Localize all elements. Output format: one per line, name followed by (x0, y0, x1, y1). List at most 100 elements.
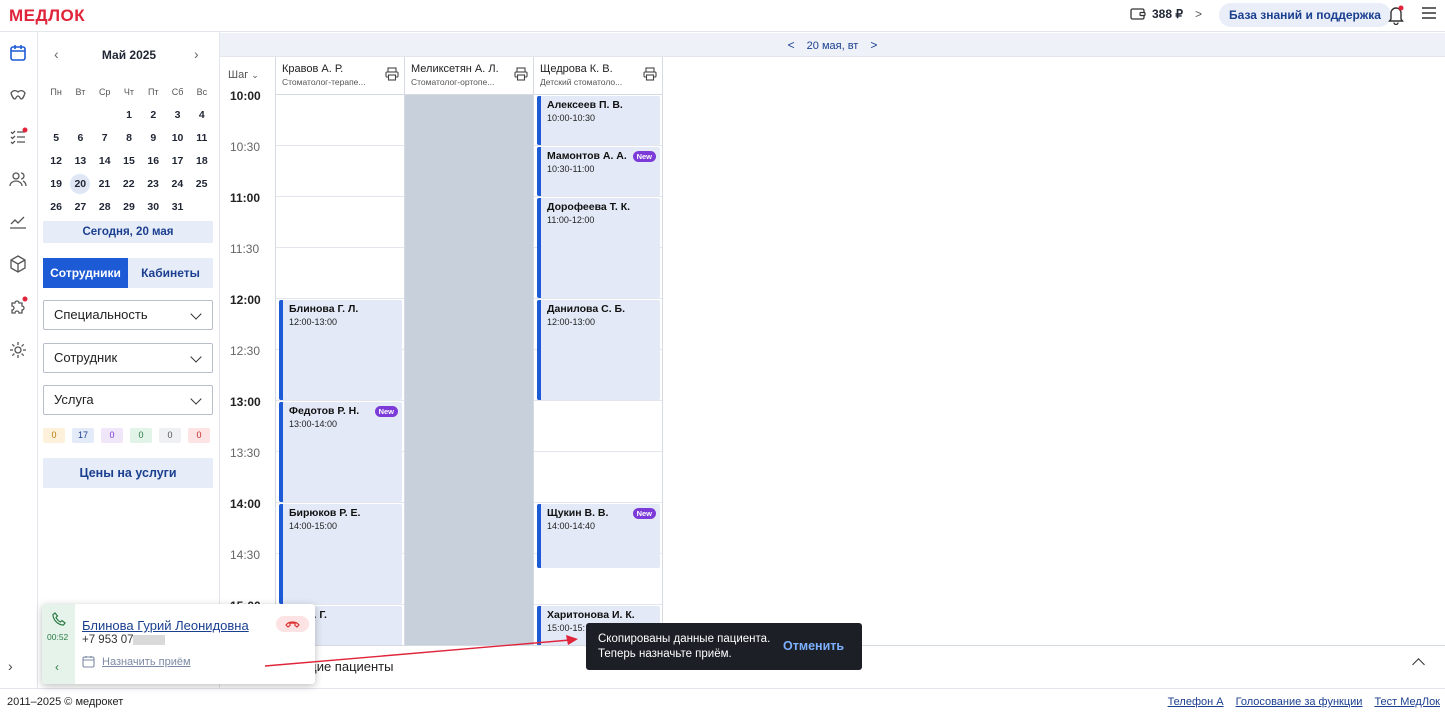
appointment-card[interactable]: Бирюков Р. Е. 14:00-15:00 (279, 504, 402, 604)
time-slot[interactable] (534, 401, 663, 452)
time-slot[interactable] (276, 197, 405, 248)
weekday-label: Сб (171, 86, 184, 97)
calendar-day[interactable]: 19 (44, 178, 68, 190)
appointment-card[interactable]: Федотов Р. Н. 13:00-14:00 New (279, 402, 402, 502)
calendar-day[interactable]: 13 (68, 155, 92, 167)
calendar-day[interactable]: 27 (68, 201, 92, 213)
status-count-badge[interactable]: 17 (72, 428, 94, 443)
caller-name-link[interactable]: Блинова Гурий Леонидовна (82, 618, 249, 633)
collapse-chevron-icon[interactable]: ‹ (55, 660, 59, 674)
printer-icon[interactable] (385, 67, 399, 84)
doctor-header[interactable]: Кравов А. Р. Стоматолог-терапе... (276, 57, 405, 95)
bell-icon[interactable] (1387, 5, 1405, 28)
calendar-day[interactable]: 8 (117, 132, 141, 144)
calendar-day[interactable]: 2 (141, 109, 165, 121)
box-icon[interactable] (8, 254, 28, 274)
footer-link[interactable]: Тест МедЛок (1374, 696, 1440, 708)
today-button[interactable]: Сегодня, 20 мая (43, 221, 213, 243)
wallet-icon (1130, 8, 1146, 20)
doctor-column: Щедрова К. В. Детский стоматоло... Алексее… (533, 57, 663, 645)
time-slot[interactable] (276, 95, 405, 146)
time-slot[interactable] (534, 452, 663, 503)
knowledge-base-button[interactable]: База знаний и поддержка (1219, 3, 1391, 27)
puzzle-icon[interactable] (8, 296, 28, 316)
status-count-badge[interactable]: 0 (101, 428, 123, 443)
caller-phone: +7 953 07 (82, 634, 166, 646)
calendar-day[interactable]: 28 (93, 201, 117, 213)
calendar-day[interactable]: 1 (117, 109, 141, 121)
calendar-day[interactable]: 3 (165, 109, 189, 121)
printer-icon[interactable] (514, 67, 528, 84)
appointment-time: 10:00-10:30 (547, 113, 596, 123)
service-select[interactable]: Услуга (43, 385, 213, 415)
status-count-badge[interactable]: 0 (43, 428, 65, 443)
tasks-icon[interactable] (8, 127, 28, 147)
hamburger-menu-icon[interactable] (1422, 7, 1436, 22)
status-count-badge[interactable]: 0 (130, 428, 152, 443)
calendar-day[interactable]: 17 (165, 155, 189, 167)
step-select[interactable]: Шаг ⌄ (228, 69, 259, 81)
tab-rooms[interactable]: Кабинеты (128, 258, 213, 288)
hang-up-button[interactable] (276, 616, 309, 632)
calendar-day[interactable]: 20 (70, 173, 91, 194)
prev-day-chevron-icon[interactable]: < (788, 38, 795, 52)
doctor-header[interactable]: Щедрова К. В. Детский стоматоло... (534, 57, 663, 95)
time-slot[interactable] (276, 248, 405, 299)
chevron-up-icon[interactable] (1412, 658, 1425, 671)
appointment-time: 14:00-15:00 (289, 521, 338, 531)
calendar-day[interactable]: 14 (93, 155, 117, 167)
tab-staff[interactable]: Сотрудники (43, 258, 128, 288)
status-count-badge[interactable]: 0 (159, 428, 181, 443)
appointment-card[interactable]: Дорофеева Т. К. 11:00-12:00 (537, 198, 660, 298)
expand-nav-chevron-icon[interactable]: › (8, 658, 13, 674)
calendar-day[interactable]: 29 (117, 201, 141, 213)
next-day-chevron-icon[interactable]: > (870, 38, 877, 52)
calendar-day[interactable]: 4 (190, 109, 214, 121)
calendar-day[interactable]: 6 (68, 132, 92, 144)
calendar-day[interactable]: 30 (141, 201, 165, 213)
calendar-day[interactable]: 9 (141, 132, 165, 144)
calendar-day[interactable]: 26 (44, 201, 68, 213)
printer-icon[interactable] (643, 67, 657, 84)
footer-link[interactable]: Голосование за функции (1236, 696, 1363, 708)
patients-icon[interactable] (8, 169, 28, 189)
appointment-card[interactable]: Блинова Г. Л. 12:00-13:00 (279, 300, 402, 400)
appointment-card[interactable]: Алексеев П. В. 10:00-10:30 (537, 96, 660, 145)
call-duration: 00:52 (47, 632, 69, 642)
next-month-chevron-icon[interactable]: › (194, 46, 199, 62)
calendar-day[interactable]: 12 (44, 155, 68, 167)
calendar-day[interactable]: 11 (190, 132, 214, 144)
calendar-day[interactable]: 31 (165, 201, 189, 213)
calendar-day[interactable]: 5 (44, 132, 68, 144)
settings-gear-icon[interactable] (8, 340, 28, 360)
analytics-icon[interactable] (8, 212, 28, 232)
footer-link[interactable]: Телефон А (1168, 696, 1224, 708)
time-slot[interactable] (276, 146, 405, 197)
balance[interactable]: 388 ₽ > (1130, 7, 1202, 21)
assign-appointment-link[interactable]: Назначить приём (102, 656, 191, 668)
calendar-day[interactable]: 23 (141, 178, 165, 190)
calendar-day[interactable]: 24 (165, 178, 189, 190)
current-date[interactable]: 20 мая, вт (807, 40, 859, 52)
doctor-header[interactable]: Меликсетян А. Л. Стоматолог-ортопе... (405, 57, 534, 95)
calendar-day[interactable]: 15 (117, 155, 141, 167)
prices-button[interactable]: Цены на услуги (43, 458, 213, 488)
employee-select[interactable]: Сотрудник (43, 343, 213, 373)
calendar-day[interactable]: 7 (93, 132, 117, 144)
calendar-icon[interactable] (8, 43, 28, 63)
status-count-badge[interactable]: 0 (188, 428, 210, 443)
appointment-card[interactable]: Мамонтов А. А. 10:30-11:00 New (537, 147, 660, 196)
tooth-icon[interactable] (8, 85, 28, 105)
specialty-select[interactable]: Специальность (43, 300, 213, 330)
appointment-card[interactable]: Щукин В. В. 14:00-14:40 New (537, 504, 660, 569)
calendar-day[interactable]: 21 (92, 178, 116, 190)
calendar-day[interactable]: 22 (117, 178, 141, 190)
calendar-day[interactable]: 10 (165, 132, 189, 144)
calendar-day[interactable]: 16 (141, 155, 165, 167)
calendar-day[interactable]: 25 (189, 178, 213, 190)
calendar-day[interactable]: 18 (190, 155, 214, 167)
week-row: 1234 (44, 103, 214, 126)
logo[interactable]: МЕДЛОК (9, 6, 85, 26)
undo-button[interactable]: Отменить (783, 639, 844, 653)
appointment-card[interactable]: Данилова С. Б. 12:00-13:00 (537, 300, 660, 400)
